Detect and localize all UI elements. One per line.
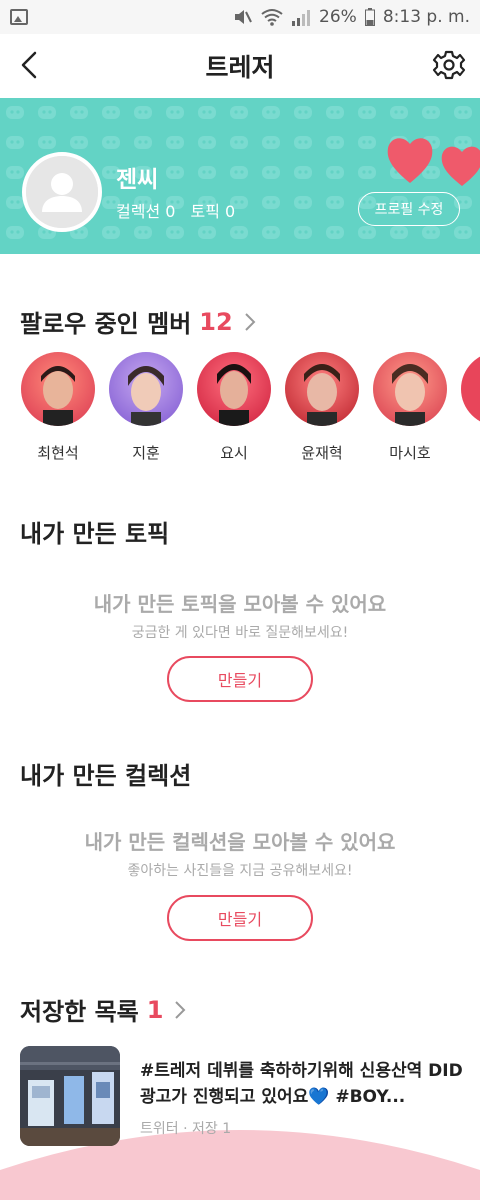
my-topics-title: 내가 만든 토픽 xyxy=(20,514,169,549)
member-name: 마시호 xyxy=(389,444,431,462)
member-item[interactable]: 요시 xyxy=(196,352,272,462)
topics-empty-subtitle: 궁금한 게 있다면 바로 질문해보세요! xyxy=(131,625,349,641)
status-bar: 26% 8:13 p. m. xyxy=(0,0,480,34)
saved-title: 저장한 목록 xyxy=(20,998,139,1026)
member-item[interactable]: 최현석 xyxy=(20,352,96,462)
saved-count: 1 xyxy=(146,995,164,1024)
member-list: 최현석 지훈 요시 윤재혁 마시호 xyxy=(20,352,480,462)
collections-empty-title: 내가 만든 컬렉션을 모아볼 수 있어요 xyxy=(84,830,396,854)
chevron-right-icon xyxy=(175,1000,186,1019)
my-collections-title: 내가 만든 컬렉션 xyxy=(20,756,191,791)
battery-percent: 26% xyxy=(319,7,357,27)
following-title: 팔로우 중인 멤버 xyxy=(20,310,192,338)
user-name: 젠씨 xyxy=(116,167,159,193)
collections-empty-subtitle: 좋아하는 사진들을 지금 공유해보세요! xyxy=(127,863,353,879)
default-user-icon xyxy=(26,156,98,228)
create-topic-button[interactable]: 만들기 xyxy=(167,656,313,702)
user-stats: 컬렉션 0 토픽 0 xyxy=(116,198,245,222)
signal-icon xyxy=(292,10,311,26)
my-topics-title-text: 내가 만든 토픽 xyxy=(20,520,170,548)
topics-empty-title: 내가 만든 토픽을 모아볼 수 있어요 xyxy=(93,592,387,616)
app-header: 트레저 xyxy=(0,34,480,98)
member-item[interactable]: 윤재혁 xyxy=(284,352,360,462)
member-name: 지훈 xyxy=(132,444,160,462)
mute-icon xyxy=(235,10,252,24)
member-item[interactable] xyxy=(460,352,480,430)
member-name: 요시 xyxy=(220,444,248,462)
member-name: 최현석 xyxy=(37,444,79,462)
member-item[interactable]: 마시호 xyxy=(372,352,448,462)
battery-icon xyxy=(364,8,375,26)
member-photo xyxy=(109,352,183,426)
following-count: 12 xyxy=(199,307,233,336)
clock: 8:13 p. m. xyxy=(382,7,470,27)
avatar[interactable] xyxy=(22,152,102,232)
member-photo xyxy=(285,352,359,426)
member-item[interactable]: 지훈 xyxy=(108,352,184,462)
saved-item-text: #트레저 데뷔를 축하하기위해 신용산역 DID 광고가 진행되고 있어요💙 #… xyxy=(140,1061,463,1107)
member-photo xyxy=(197,352,271,426)
my-collections-title-text: 내가 만든 컬렉션 xyxy=(20,762,192,790)
gear-icon[interactable] xyxy=(432,48,466,82)
back-arrow-icon[interactable] xyxy=(14,48,48,82)
gallery-notification-icon xyxy=(10,9,28,25)
saved-item-thumbnail xyxy=(20,1046,120,1146)
saved-item-meta: 트위터 · 저장 1 xyxy=(140,1121,232,1137)
member-name: 윤재혁 xyxy=(301,444,343,462)
following-section-header[interactable]: 팔로우 중인 멤버 12 xyxy=(20,304,257,339)
chevron-right-icon xyxy=(244,312,256,331)
wifi-icon xyxy=(261,9,283,26)
create-collection-button[interactable]: 만들기 xyxy=(167,895,313,941)
hearts-decoration xyxy=(387,138,480,186)
page-title: 트레저 xyxy=(205,53,275,82)
topic-count: 토픽 0 xyxy=(190,202,236,221)
profile-banner: 젠씨 컬렉션 0 토픽 0 프로필 수정 xyxy=(0,98,480,254)
member-photo xyxy=(461,352,480,426)
member-photo xyxy=(373,352,447,426)
edit-profile-button[interactable]: 프로필 수정 xyxy=(358,192,460,226)
saved-section-header[interactable]: 저장한 목록 1 xyxy=(20,992,187,1027)
collection-count: 컬렉션 0 xyxy=(116,202,176,221)
saved-list-item[interactable]: #트레저 데뷔를 축하하기위해 신용산역 DID 광고가 진행되고 있어요💙 #… xyxy=(20,1046,470,1146)
member-photo xyxy=(21,352,95,426)
